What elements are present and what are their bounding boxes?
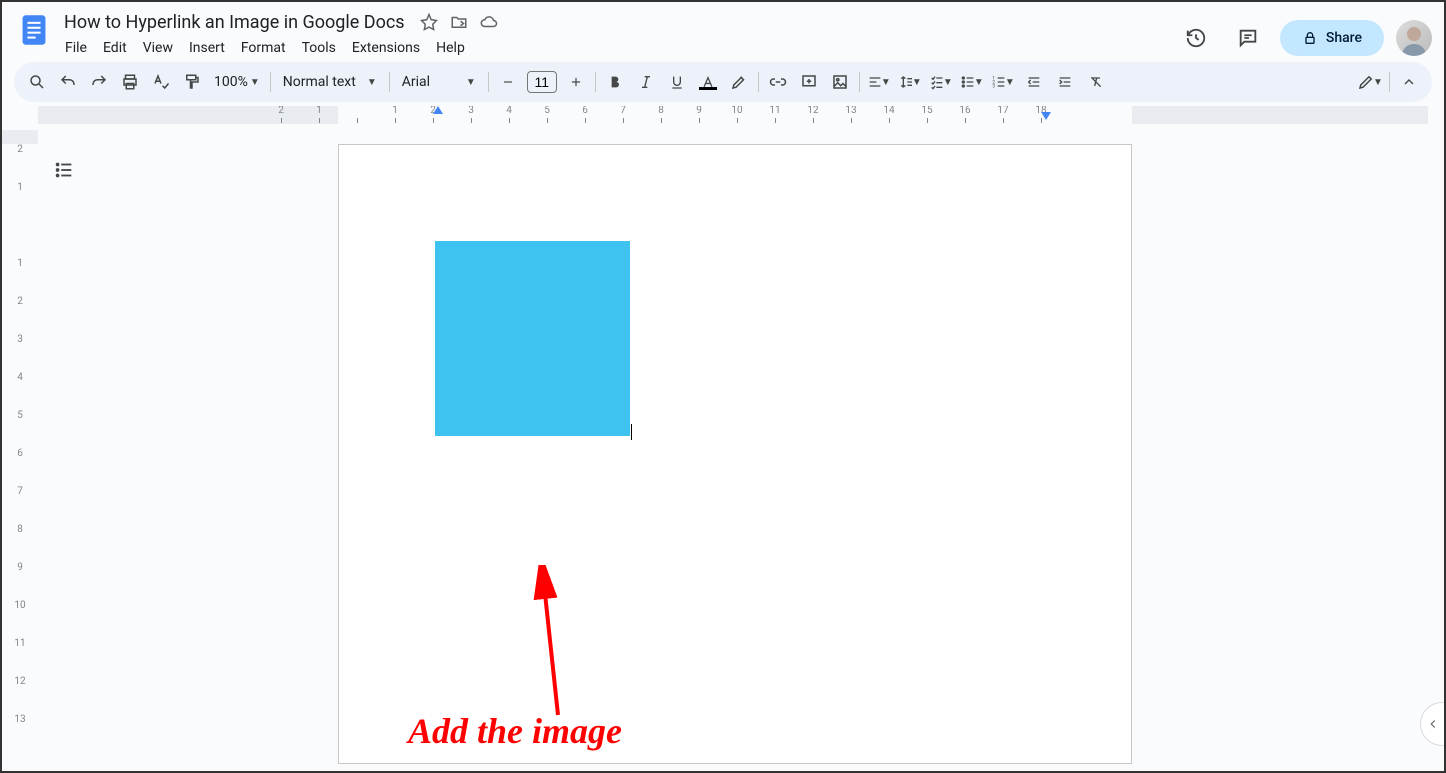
font-size-input[interactable] <box>527 71 557 93</box>
caret-icon: ▼ <box>912 77 922 88</box>
underline-icon[interactable] <box>662 67 692 97</box>
caret-icon: ▼ <box>974 77 984 88</box>
star-icon[interactable] <box>419 12 439 32</box>
caret-icon: ▼ <box>250 77 260 88</box>
line-spacing-icon[interactable]: ▼ <box>895 67 925 97</box>
paint-format-icon[interactable] <box>177 67 207 97</box>
title-icons <box>419 12 499 32</box>
svg-text:3: 3 <box>992 83 995 89</box>
caret-icon: ▼ <box>367 77 377 88</box>
caret-icon: ▼ <box>1373 77 1383 88</box>
ruler-margin-right <box>1132 106 1428 124</box>
toolbar: 100%▼ Normal text▼ Arial▼ ▼ ▼ ▼ ▼ 123▼ ▼ <box>14 62 1432 102</box>
clear-formatting-icon[interactable] <box>1081 67 1111 97</box>
menu-bar: File Edit View Insert Format Tools Exten… <box>58 36 1176 60</box>
menu-edit[interactable]: Edit <box>96 36 134 60</box>
paragraph-style-value: Normal text <box>283 74 356 90</box>
insert-comment-icon[interactable] <box>794 67 824 97</box>
insert-image-icon[interactable] <box>825 67 855 97</box>
inserted-image[interactable] <box>435 241 630 436</box>
separator <box>859 72 860 92</box>
workspace: 2112345678910111213 Add the image <box>2 130 1444 771</box>
title-area: How to Hyperlink an Image in Google Docs… <box>58 10 1176 60</box>
ruler-margin-top <box>2 130 38 144</box>
share-button[interactable]: Share <box>1280 20 1384 56</box>
undo-icon[interactable] <box>53 67 83 97</box>
vertical-ruler[interactable]: 2112345678910111213 <box>2 130 38 771</box>
separator <box>1389 72 1390 92</box>
align-icon[interactable]: ▼ <box>864 67 894 97</box>
docs-logo-icon[interactable] <box>14 10 54 50</box>
horizontal-ruler[interactable]: 21123456789101112131415161718 <box>38 106 1428 124</box>
canvas[interactable]: Add the image <box>38 130 1444 771</box>
move-icon[interactable] <box>449 12 469 32</box>
separator <box>595 72 596 92</box>
print-icon[interactable] <box>115 67 145 97</box>
lock-icon <box>1302 30 1318 46</box>
page-content <box>339 145 1131 536</box>
increase-indent-icon[interactable] <box>1050 67 1080 97</box>
editing-mode-icon[interactable]: ▼ <box>1355 67 1385 97</box>
paragraph-style-select[interactable]: Normal text ▼ <box>275 74 385 90</box>
italic-icon[interactable] <box>631 67 661 97</box>
caret-icon: ▼ <box>1005 77 1015 88</box>
separator <box>758 72 759 92</box>
cloud-status-icon[interactable] <box>479 12 499 32</box>
insert-link-icon[interactable] <box>763 67 793 97</box>
increase-font-icon[interactable] <box>561 67 591 97</box>
indent-marker-right[interactable] <box>1041 112 1051 120</box>
checklist-icon[interactable]: ▼ <box>926 67 956 97</box>
separator <box>270 72 271 92</box>
menu-view[interactable]: View <box>136 36 180 60</box>
toolbar-right: ▼ <box>1355 67 1424 97</box>
highlight-icon[interactable] <box>724 67 754 97</box>
avatar[interactable] <box>1396 20 1432 56</box>
menu-file[interactable]: File <box>58 36 94 60</box>
menu-extensions[interactable]: Extensions <box>345 36 427 60</box>
separator <box>488 72 489 92</box>
caret-icon: ▼ <box>943 77 953 88</box>
redo-icon[interactable] <box>84 67 114 97</box>
bulleted-list-icon[interactable]: ▼ <box>957 67 987 97</box>
toolbar-container: 100%▼ Normal text▼ Arial▼ ▼ ▼ ▼ ▼ 123▼ ▼ <box>2 62 1444 102</box>
title-row: How to Hyperlink an Image in Google Docs <box>58 10 1176 34</box>
menu-format[interactable]: Format <box>234 36 293 60</box>
menu-tools[interactable]: Tools <box>295 36 343 60</box>
separator <box>389 72 390 92</box>
font-family-value: Arial <box>402 74 430 90</box>
comments-icon[interactable] <box>1228 18 1268 58</box>
font-size-control <box>493 67 591 97</box>
text-color-indicator <box>699 87 717 90</box>
document-title[interactable]: How to Hyperlink an Image in Google Docs <box>58 10 411 35</box>
history-icon[interactable] <box>1176 18 1216 58</box>
decrease-font-icon[interactable] <box>493 67 523 97</box>
decrease-indent-icon[interactable] <box>1019 67 1049 97</box>
caret-icon: ▼ <box>466 77 476 88</box>
text-cursor <box>631 424 632 440</box>
indent-marker-left[interactable] <box>433 106 443 114</box>
spellcheck-icon[interactable] <box>146 67 176 97</box>
zoom-select[interactable]: 100%▼ <box>208 74 266 90</box>
text-color-icon[interactable] <box>693 67 723 97</box>
menu-help[interactable]: Help <box>429 36 472 60</box>
collapse-toolbar-icon[interactable] <box>1394 67 1424 97</box>
font-family-select[interactable]: Arial ▼ <box>394 74 484 90</box>
document-page[interactable] <box>338 144 1132 764</box>
caret-icon: ▼ <box>881 77 891 88</box>
zoom-value: 100% <box>214 74 248 90</box>
header-actions: Share <box>1176 10 1432 58</box>
menu-insert[interactable]: Insert <box>182 36 232 60</box>
share-label: Share <box>1326 30 1362 46</box>
ruler-ticks: 21123456789101112131415161718 <box>262 106 1060 124</box>
bold-icon[interactable] <box>600 67 630 97</box>
numbered-list-icon[interactable]: 123▼ <box>988 67 1018 97</box>
header: How to Hyperlink an Image in Google Docs… <box>2 2 1444 62</box>
search-menus-icon[interactable] <box>22 67 52 97</box>
